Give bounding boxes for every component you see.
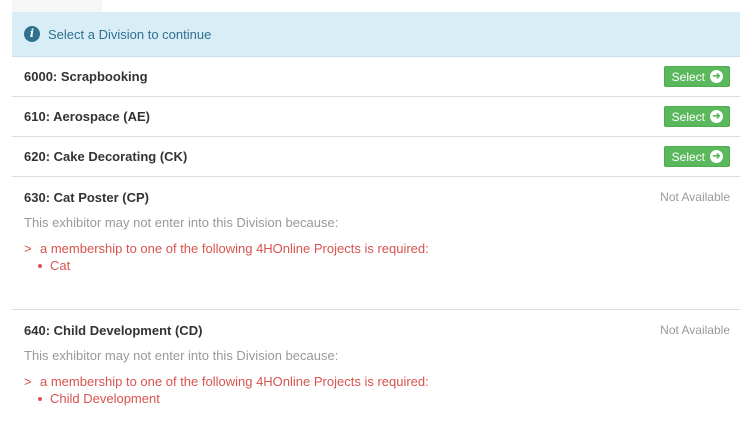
reason-line: > a membership to one of the following 4… [24, 241, 730, 256]
reason-text: a membership to one of the following 4HO… [40, 241, 429, 256]
info-circle-icon: i [24, 26, 40, 42]
reason-intro: This exhibitor may not enter into this D… [24, 215, 339, 230]
bullet-icon [38, 263, 42, 268]
project-item: Child Development [38, 391, 730, 406]
division-row-unavailable: 640: Child Development (CD) Not Availabl… [12, 310, 740, 407]
project-item: Cat [38, 258, 730, 273]
division-title: 610: Aerospace (AE) [24, 109, 150, 124]
division-row: 620: Cake Decorating (CK) Select ➜ [12, 137, 740, 177]
project-name: Cat [50, 258, 71, 273]
chevron-right-icon: > [24, 374, 32, 389]
division-row: 610: Aerospace (AE) Select ➜ [12, 97, 740, 137]
project-name: Child Development [50, 391, 160, 406]
not-available-label: Not Available [660, 190, 730, 204]
division-title: 620: Cake Decorating (CK) [24, 149, 188, 164]
arrow-circle-right-icon: ➜ [710, 110, 723, 123]
division-row-unavailable: 630: Cat Poster (CP) Not Available This … [12, 177, 740, 310]
tab-stub [12, 0, 102, 12]
select-button[interactable]: Select ➜ [663, 106, 730, 127]
project-list: Cat [38, 258, 730, 273]
chevron-right-icon: > [24, 241, 32, 256]
arrow-circle-right-icon: ➜ [710, 70, 723, 83]
not-available-label: Not Available [660, 323, 730, 337]
reason-line: > a membership to one of the following 4… [24, 374, 730, 389]
division-title: 6000: Scrapbooking [24, 69, 148, 84]
division-row: 6000: Scrapbooking Select ➜ [12, 57, 740, 97]
info-alert: i Select a Division to continue [12, 12, 740, 57]
select-button-label: Select [671, 109, 705, 124]
division-title: 640: Child Development (CD) [24, 322, 203, 338]
division-title: 630: Cat Poster (CP) [24, 189, 149, 205]
arrow-circle-right-icon: ➜ [710, 150, 723, 163]
select-button-label: Select [671, 149, 705, 164]
alert-text: Select a Division to continue [48, 26, 212, 42]
division-panel: i Select a Division to continue 6000: Sc… [12, 12, 740, 406]
select-button[interactable]: Select ➜ [663, 66, 730, 87]
select-button-label: Select [671, 69, 705, 84]
project-list: Child Development [38, 391, 730, 406]
bullet-icon [38, 396, 42, 401]
reason-intro: This exhibitor may not enter into this D… [24, 348, 339, 363]
reason-text: a membership to one of the following 4HO… [40, 374, 429, 389]
select-button[interactable]: Select ➜ [663, 146, 730, 167]
